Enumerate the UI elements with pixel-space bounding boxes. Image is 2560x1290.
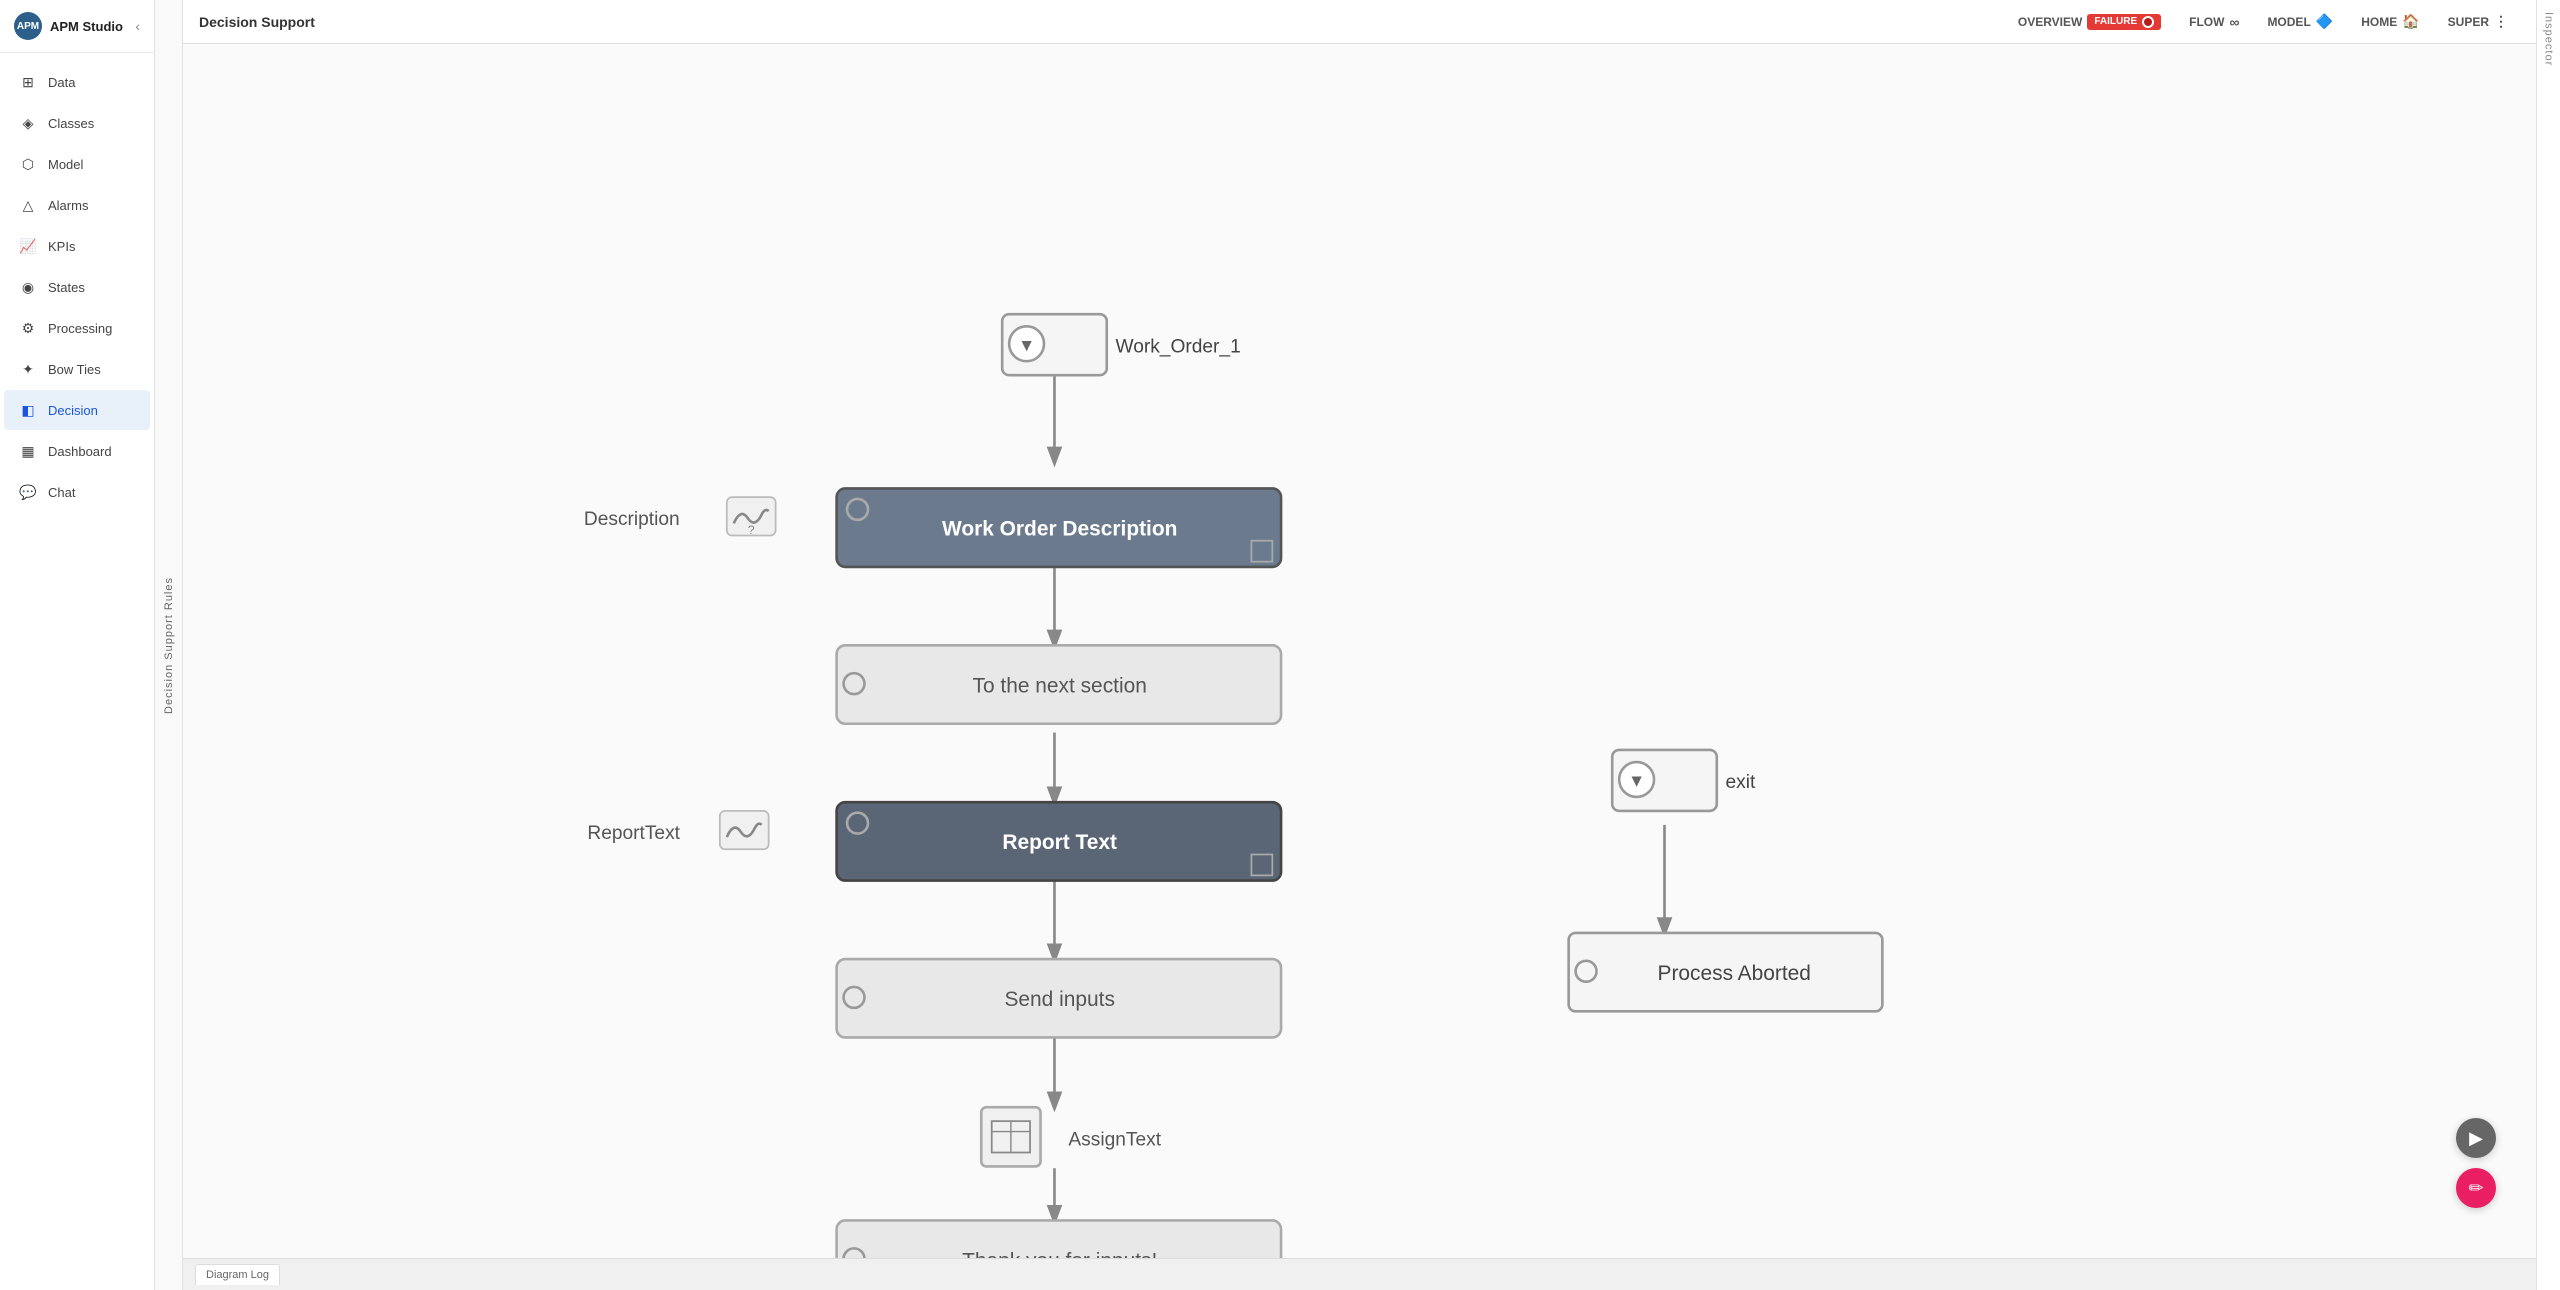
super-label: SUPER: [2448, 15, 2489, 29]
sidebar-item-label: Alarms: [48, 198, 88, 213]
inspector-panel: Inspector: [2536, 0, 2560, 1290]
canvas: ▼ Work_Order_1 Work Order Description De…: [183, 44, 2536, 1258]
model-icon: ⬡: [18, 154, 38, 174]
node-assign-text[interactable]: AssignText: [981, 1107, 1161, 1166]
nav-super[interactable]: SUPER ⋮: [2436, 7, 2520, 36]
svg-text:exit: exit: [1726, 772, 1756, 793]
sidebar-item-label: Decision: [48, 403, 98, 418]
node-send-inputs[interactable]: Send inputs: [837, 959, 1281, 1037]
svg-text:Work_Order_1: Work_Order_1: [1115, 337, 1240, 358]
sidebar-item-label: Model: [48, 157, 83, 172]
sidebar-item-states[interactable]: ◉ States: [4, 267, 150, 307]
decision-icon: ◧: [18, 400, 38, 420]
play-button[interactable]: ▶: [2456, 1118, 2496, 1158]
vertical-label-panel: Decision Support Rules: [155, 0, 183, 1290]
node-thank-you[interactable]: Thank you for inputs!: [837, 1220, 1281, 1258]
sidebar-header: APM APM Studio ‹: [0, 0, 154, 53]
page-title: Decision Support: [199, 14, 2006, 30]
bottombar: Diagram Log: [183, 1258, 2536, 1290]
node-work-order-description[interactable]: Work Order Description: [837, 488, 1281, 566]
sidebar-item-kpis[interactable]: 📈 KPIs: [4, 226, 150, 266]
alarms-icon: △: [18, 195, 38, 215]
svg-text:Process Aborted: Process Aborted: [1658, 962, 1811, 985]
sidebar-collapse-button[interactable]: ‹: [135, 18, 140, 34]
overview-label: OVERVIEW: [2018, 15, 2082, 29]
node-report-text[interactable]: Report Text: [837, 802, 1281, 880]
sidebar-nav: ⊞ Data ◈ Classes ⬡ Model △ Alarms 📈 KPIs…: [0, 53, 154, 1290]
sidebar-item-data[interactable]: ⊞ Data: [4, 62, 150, 102]
sidebar-item-label: States: [48, 280, 85, 295]
svg-text:Thank you for inputs!: Thank you for inputs!: [962, 1250, 1157, 1258]
classes-icon: ◈: [18, 113, 38, 133]
sidebar-item-label: Dashboard: [48, 444, 112, 459]
play-icon: ▶: [2469, 1128, 2483, 1149]
model-label: MODEL: [2267, 15, 2310, 29]
chat-icon: 💬: [18, 482, 38, 502]
sidebar-item-model[interactable]: ⬡ Model: [4, 144, 150, 184]
sidebar-item-label: Classes: [48, 116, 94, 131]
dashboard-icon: ▦: [18, 441, 38, 461]
inspector-label[interactable]: Inspector: [2543, 12, 2555, 66]
data-icon: ⊞: [18, 72, 38, 92]
svg-text:AssignText: AssignText: [1068, 1130, 1161, 1151]
processing-icon: ⚙: [18, 318, 38, 338]
sidebar: APM APM Studio ‹ ⊞ Data ◈ Classes ⬡ Mode…: [0, 0, 155, 1290]
failure-dot: [2142, 16, 2154, 28]
diagram-log-tab[interactable]: Diagram Log: [195, 1264, 280, 1285]
fab-container: ▶ ✏: [2456, 1118, 2496, 1208]
sidebar-item-label: Data: [48, 75, 75, 90]
flow-diagram: ▼ Work_Order_1 Work Order Description De…: [183, 44, 2536, 1258]
failure-text: FAILURE: [2094, 16, 2137, 27]
states-icon: ◉: [18, 277, 38, 297]
sidebar-item-classes[interactable]: ◈ Classes: [4, 103, 150, 143]
svg-text:?: ?: [748, 523, 755, 537]
sidebar-item-processing[interactable]: ⚙ Processing: [4, 308, 150, 348]
svg-text:Send inputs: Send inputs: [1004, 988, 1114, 1011]
home-icon: 🏠: [2402, 13, 2419, 30]
home-label: HOME: [2361, 15, 2397, 29]
svg-text:Work Order Description: Work Order Description: [942, 518, 1177, 541]
node-work-order-1[interactable]: ▼ Work_Order_1: [1002, 314, 1241, 375]
topbar-nav: OVERVIEW FAILURE FLOW ∞ MODEL 🔷 HOME 🏠 S…: [2006, 7, 2520, 36]
sidebar-item-alarms[interactable]: △ Alarms: [4, 185, 150, 225]
node-process-aborted[interactable]: Process Aborted: [1569, 933, 1883, 1011]
svg-text:To the next section: To the next section: [973, 674, 1147, 697]
sidebar-item-decision[interactable]: ◧ Decision: [4, 390, 150, 430]
failure-badge: FAILURE: [2087, 14, 2161, 30]
svg-text:▼: ▼: [1018, 335, 1035, 355]
sidebar-item-bow-ties[interactable]: ✦ Bow Ties: [4, 349, 150, 389]
sidebar-item-label: Processing: [48, 321, 112, 336]
sidebar-item-label: Bow Ties: [48, 362, 101, 377]
description-input: Description ?: [584, 497, 776, 537]
app-logo: APM: [14, 12, 42, 40]
kpis-icon: 📈: [18, 236, 38, 256]
edit-button[interactable]: ✏: [2456, 1168, 2496, 1208]
vertical-label: Decision Support Rules: [163, 577, 175, 714]
sidebar-item-chat[interactable]: 💬 Chat: [4, 472, 150, 512]
svg-text:▼: ▼: [1628, 770, 1645, 790]
bow-ties-icon: ✦: [18, 359, 38, 379]
nav-flow[interactable]: FLOW ∞: [2177, 8, 2251, 36]
model-nav-icon: 🔷: [2316, 13, 2333, 30]
svg-text:Report Text: Report Text: [1002, 831, 1117, 854]
main-area: Decision Support OVERVIEW FAILURE FLOW ∞…: [183, 0, 2536, 1290]
nav-model[interactable]: MODEL 🔷: [2255, 7, 2345, 36]
nav-home[interactable]: HOME 🏠: [2349, 7, 2431, 36]
sidebar-item-label: KPIs: [48, 239, 75, 254]
node-exit[interactable]: ▼ exit: [1612, 750, 1756, 811]
sidebar-item-label: Chat: [48, 485, 75, 500]
svg-text:ReportText: ReportText: [587, 823, 680, 844]
topbar: Decision Support OVERVIEW FAILURE FLOW ∞…: [183, 0, 2536, 44]
edit-icon: ✏: [2468, 1178, 2483, 1199]
super-icon: ⋮: [2494, 13, 2508, 30]
svg-text:Description: Description: [584, 509, 680, 530]
nav-overview[interactable]: OVERVIEW FAILURE: [2006, 8, 2173, 36]
flow-icon: ∞: [2229, 14, 2239, 30]
report-text-input: ReportText: [587, 811, 768, 849]
sidebar-item-dashboard[interactable]: ▦ Dashboard: [4, 431, 150, 471]
flow-label: FLOW: [2189, 15, 2224, 29]
node-to-next-section[interactable]: To the next section: [837, 645, 1281, 723]
app-title: APM Studio: [50, 19, 127, 34]
